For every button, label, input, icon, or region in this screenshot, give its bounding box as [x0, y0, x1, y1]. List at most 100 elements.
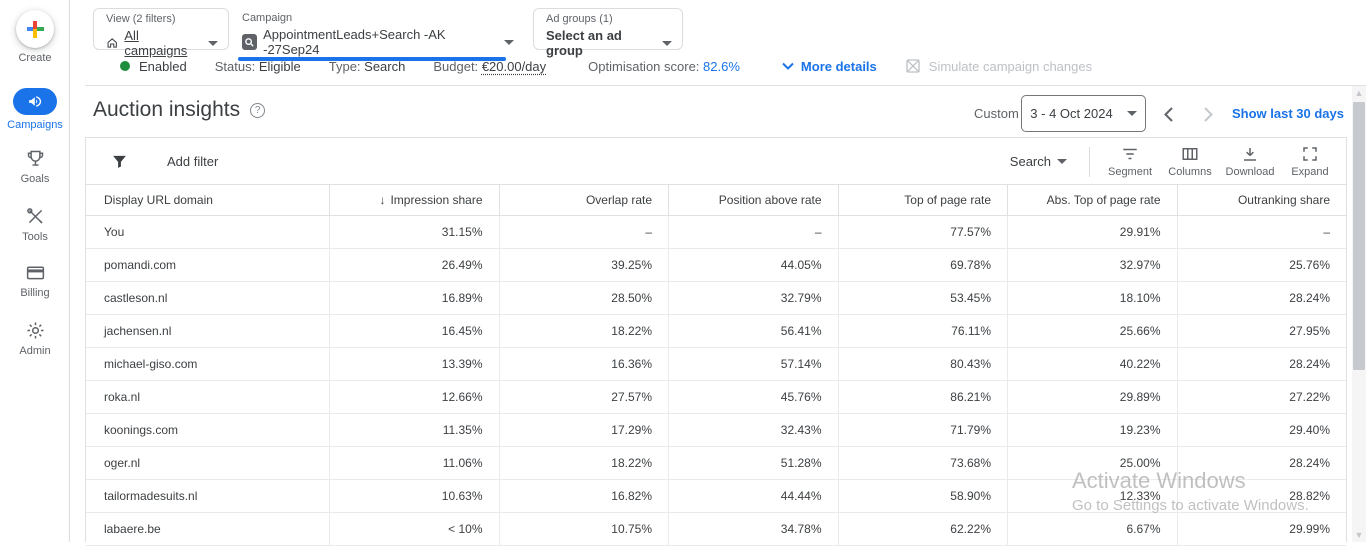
value-cell: 39.25% — [499, 249, 669, 281]
budget-label: Budget: — [433, 59, 478, 74]
page-title: Auction insights — [93, 98, 240, 122]
expand-button[interactable]: Expand — [1280, 145, 1340, 178]
search-dropdown[interactable]: Search — [1010, 154, 1067, 169]
create-button[interactable]: Create — [0, 10, 70, 64]
domain-cell: koonings.com — [86, 414, 329, 446]
chevron-down-icon — [1057, 159, 1067, 164]
budget-value[interactable]: €20.00/day — [482, 59, 546, 74]
value-cell: 16.82% — [499, 480, 669, 512]
value-cell: 27.57% — [499, 381, 669, 413]
table-row: oger.nl11.06%18.22%51.28%73.68%25.00%28.… — [86, 447, 1346, 480]
campaign-status-row: Enabled Status: Eligible Type: Search Bu… — [120, 57, 1092, 75]
value-cell: 53.45% — [838, 282, 1008, 314]
vertical-scrollbar[interactable]: ▲ ▼ — [1352, 86, 1366, 542]
value-cell: 12.66% — [329, 381, 499, 413]
main-area: View (2 filters) All campaigns Campaign … — [70, 0, 1366, 542]
sidebar-item-tools[interactable]: Tools — [0, 206, 70, 243]
value-cell: 28.82% — [1177, 480, 1347, 512]
value-cell: 29.91% — [1007, 216, 1177, 248]
chevron-down-icon — [782, 62, 794, 70]
value-cell: 73.68% — [838, 447, 1008, 479]
optimisation-score-value[interactable]: 82.6% — [703, 59, 740, 74]
domain-cell: You — [86, 216, 329, 248]
expand-icon — [1301, 145, 1319, 163]
view-selector-label: View (2 filters) — [106, 13, 218, 26]
campaign-selector-label: Campaign — [242, 12, 514, 25]
campaign-selector[interactable]: Campaign AppointmentLeads+Search -AK -27… — [230, 8, 520, 57]
column-header-sorted[interactable]: ↓Impression share — [329, 185, 499, 215]
value-cell: 71.79% — [838, 414, 1008, 446]
value-cell: 28.24% — [1177, 348, 1347, 380]
campaign-selector-value: AppointmentLeads+Search -AK -27Sep24 — [263, 27, 492, 57]
value-cell: 29.89% — [1007, 381, 1177, 413]
table-header-row: Display URL domain ↓Impression share Ove… — [86, 185, 1346, 216]
sidebar-item-label: Admin — [19, 345, 50, 357]
google-plus-icon — [27, 21, 44, 38]
value-cell: 28.24% — [1177, 282, 1347, 314]
enabled-status-dot — [120, 61, 130, 71]
column-header[interactable]: Abs. Top of page rate — [1007, 185, 1177, 215]
date-range-picker[interactable]: 3 - 4 Oct 2024 — [1021, 95, 1146, 132]
value-cell: 25.76% — [1177, 249, 1347, 281]
columns-button[interactable]: Columns — [1160, 145, 1220, 178]
segment-button[interactable]: Segment — [1100, 145, 1160, 178]
value-cell: 10.63% — [329, 480, 499, 512]
value-cell: – — [1177, 216, 1347, 248]
column-header[interactable]: Overlap rate — [499, 185, 669, 215]
show-last-30-days-link[interactable]: Show last 30 days — [1232, 106, 1344, 121]
enabled-label: Enabled — [139, 59, 187, 74]
value-cell: 40.22% — [1007, 348, 1177, 380]
scrollbar-thumb[interactable] — [1353, 102, 1365, 370]
value-cell: 18.22% — [499, 447, 669, 479]
download-button[interactable]: Download — [1220, 145, 1280, 178]
value-cell: 32.97% — [1007, 249, 1177, 281]
column-header[interactable]: Display URL domain — [86, 185, 329, 215]
tools-icon — [25, 206, 46, 227]
column-header[interactable]: Position above rate — [668, 185, 838, 215]
segment-icon — [1121, 145, 1139, 163]
filter-funnel-icon[interactable] — [111, 153, 128, 170]
value-cell: 29.99% — [1177, 513, 1347, 545]
scroll-down-icon[interactable]: ▼ — [1352, 528, 1366, 542]
value-cell: 44.44% — [668, 480, 838, 512]
table-row: koonings.com11.35%17.29%32.43%71.79%19.2… — [86, 414, 1346, 447]
column-header[interactable]: Top of page rate — [838, 185, 1008, 215]
value-cell: 32.79% — [668, 282, 838, 314]
domain-cell: labaere.be — [86, 513, 329, 545]
previous-period-button[interactable] — [1156, 102, 1180, 126]
view-selector[interactable]: View (2 filters) All campaigns — [93, 8, 229, 50]
chevron-down-icon — [208, 41, 218, 46]
value-cell: 25.66% — [1007, 315, 1177, 347]
value-cell: 31.15% — [329, 216, 499, 248]
domain-cell: michael-giso.com — [86, 348, 329, 380]
sidebar-item-goals[interactable]: Goals — [0, 148, 70, 185]
value-cell: 45.76% — [668, 381, 838, 413]
app-sidebar: Create Campaigns Goals Tools Billing Adm… — [0, 0, 70, 542]
scroll-up-icon[interactable]: ▲ — [1352, 86, 1366, 100]
value-cell: – — [499, 216, 669, 248]
column-header[interactable]: Outranking share — [1177, 185, 1347, 215]
date-mode-label: Custom — [974, 106, 1019, 121]
value-cell: 58.90% — [838, 480, 1008, 512]
chevron-down-icon — [662, 41, 672, 46]
sidebar-item-label: Goals — [21, 173, 50, 185]
chevron-down-icon — [1127, 111, 1137, 116]
more-details-button[interactable]: More details — [782, 59, 877, 74]
next-period-button[interactable] — [1196, 102, 1220, 126]
chevron-left-icon — [1164, 107, 1173, 122]
add-filter-button[interactable]: Add filter — [167, 154, 218, 169]
value-cell: 11.06% — [329, 447, 499, 479]
value-cell: 18.22% — [499, 315, 669, 347]
chevron-right-icon — [1204, 107, 1213, 122]
value-cell: 77.57% — [838, 216, 1008, 248]
type-label: Type: — [329, 59, 361, 74]
sidebar-item-campaigns[interactable]: Campaigns — [0, 88, 70, 131]
chevron-down-icon — [504, 40, 514, 45]
sidebar-item-admin[interactable]: Admin — [0, 320, 70, 357]
ad-group-selector[interactable]: Ad groups (1) Select an ad group — [533, 8, 683, 50]
value-cell: 27.22% — [1177, 381, 1347, 413]
optimisation-score-label: Optimisation score: — [588, 59, 699, 74]
help-icon[interactable]: ? — [250, 103, 265, 118]
sidebar-item-billing[interactable]: Billing — [0, 262, 70, 299]
table-row: tailormadesuits.nl10.63%16.82%44.44%58.9… — [86, 480, 1346, 513]
